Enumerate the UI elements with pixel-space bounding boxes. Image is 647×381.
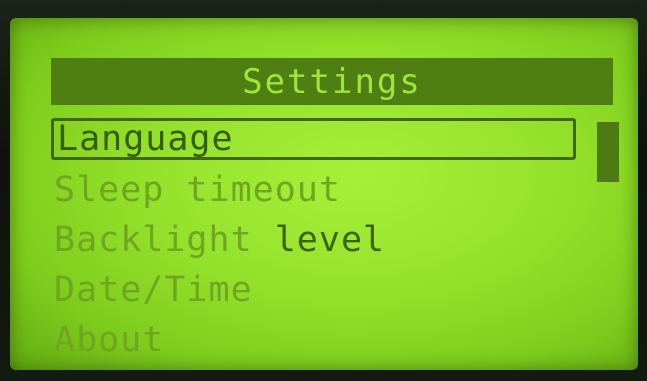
- menu-item-label: Language: [57, 119, 234, 159]
- menu-item-about[interactable]: About: [51, 316, 576, 364]
- menu-item-label-emphasis: level: [274, 220, 386, 260]
- menu-item-label: Backlight: [54, 220, 253, 260]
- title-bar: Settings: [51, 58, 613, 105]
- lcd-display: Settings Language Sleep timeout Backligh…: [10, 18, 638, 370]
- menu-item-sleep-timeout[interactable]: Sleep timeout: [51, 166, 576, 214]
- settings-screen: Settings Language Sleep timeout Backligh…: [36, 48, 626, 368]
- device-frame: Settings Language Sleep timeout Backligh…: [0, 0, 647, 381]
- menu-item-date-time[interactable]: Date/Time: [51, 266, 576, 314]
- scrollbar[interactable]: [597, 118, 619, 358]
- menu-item-language[interactable]: Language: [51, 118, 576, 160]
- page-title: Settings: [242, 61, 422, 102]
- scrollbar-thumb[interactable]: [597, 122, 619, 182]
- menu-item-label: Date/Time: [54, 270, 253, 310]
- menu-item-label: About: [54, 320, 165, 360]
- menu-item-label: Sleep timeout: [54, 170, 341, 210]
- menu-item-backlight-level[interactable]: Backlight level: [51, 216, 576, 264]
- settings-menu: Language Sleep timeout Backlight level D…: [51, 118, 576, 366]
